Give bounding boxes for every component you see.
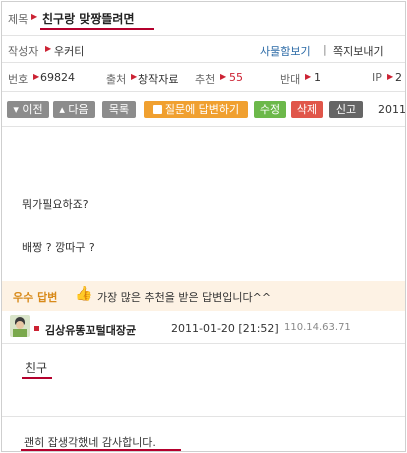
recommend-arrow-icon: ▶ [220, 72, 227, 81]
answer-button[interactable]: 질문에 답변하기 [144, 101, 248, 118]
ip-label: IP [372, 71, 382, 84]
link-separator: | [323, 43, 327, 56]
title-underline [40, 28, 154, 30]
divider [2, 126, 405, 127]
post-date: 2011 [378, 103, 406, 116]
divider [2, 91, 405, 92]
author-name[interactable]: 우커티 [54, 43, 84, 59]
post-title: 친구랑 맞짱뜰려면 [42, 12, 135, 26]
divider [2, 35, 405, 36]
divider [2, 62, 405, 63]
number-arrow-icon: ▶ [33, 72, 40, 81]
post-view: 제목 ▶ 친구랑 맞짱뜰려면 작성자 ▶ 우커티 사물함보기 | 쪽지보내기 번… [1, 1, 406, 452]
delete-button[interactable]: 삭제 [291, 101, 323, 118]
divider [2, 343, 405, 344]
comment-underline [21, 449, 181, 451]
best-answer-banner: 우수 답변 👍 가장 많은 추천을 받은 답변입니다^^ [2, 281, 405, 311]
post-number: 69824 [40, 71, 75, 84]
post-body-line: 뭐가필요하죠? [22, 198, 89, 211]
list-button[interactable]: 목록 [102, 101, 136, 118]
answer-ip: 110.14.63.71 [284, 322, 351, 333]
oppose-label: 반대 [280, 73, 301, 86]
answer-body: 친구 [25, 361, 48, 375]
message-link[interactable]: 쪽지보내기 [333, 43, 384, 59]
prev-button[interactable]: ▾ 이전 [7, 101, 49, 118]
best-answer-label: 우수 답변 [13, 291, 58, 304]
recommend-count: 55 [229, 71, 243, 84]
edit-button[interactable]: 수정 [254, 101, 286, 118]
author-arrow-icon: ▶ [45, 44, 52, 53]
best-answer-description: 가장 많은 추천을 받은 답변입니다^^ [97, 291, 272, 304]
recommend-label: 추천 [195, 73, 216, 86]
comment-text: 괜히 잡생각했네 감사합니다. [24, 436, 156, 449]
post-source: 창작자료 [138, 73, 179, 86]
ip-arrow-icon: ▶ [387, 72, 394, 81]
report-button[interactable]: 신고 [329, 101, 363, 118]
next-button[interactable]: ▴ 다음 [53, 101, 95, 118]
author-level-icon [34, 326, 39, 331]
oppose-count: 1 [314, 71, 321, 84]
answer-datetime: 2011-01-20 [21:52] [171, 322, 279, 335]
number-label: 번호 [8, 73, 29, 86]
answer-underline [22, 377, 52, 379]
avatar [10, 315, 30, 337]
answer-button-label: 질문에 답변하기 [164, 103, 240, 116]
title-label: 제목 [8, 13, 29, 26]
ip-value: 2 [395, 71, 402, 84]
oppose-arrow-icon: ▶ [305, 72, 312, 81]
author-label: 작성자 [8, 45, 39, 58]
answer-author[interactable]: 김상유똥꼬털대장균 [45, 322, 136, 338]
post-body-line: 배짱 ? 깡따구 ? [22, 241, 95, 254]
source-arrow-icon: ▶ [131, 72, 138, 81]
profile-link[interactable]: 사물함보기 [260, 43, 311, 59]
divider [2, 416, 405, 417]
title-arrow-icon: ▶ [31, 12, 38, 21]
source-label: 출처 [106, 73, 127, 86]
thumbs-up-icon: 👍 [75, 286, 93, 302]
answer-icon [152, 105, 162, 114]
